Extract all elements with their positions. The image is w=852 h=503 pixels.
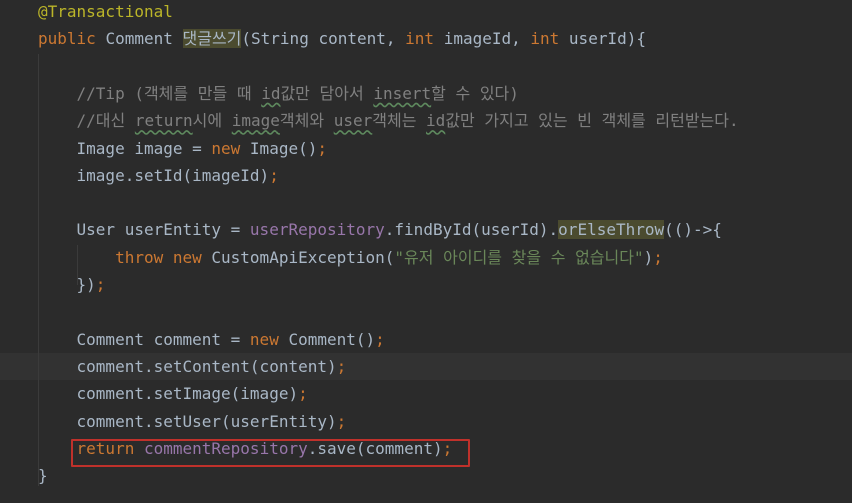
code-token: ) <box>643 247 654 267</box>
code-token: Image image = <box>38 138 212 158</box>
code-token: 값만 가지고 있는 빈 객체를 리턴받는다. <box>445 111 739 131</box>
code-token: image.setId(imageId) <box>38 165 270 185</box>
code-token: throw new <box>115 247 212 267</box>
code-token: int <box>405 29 444 49</box>
code-token: 댓글쓰기 <box>182 29 242 49</box>
code-token: }) <box>38 275 96 294</box>
code-text: comment.setImage(image); <box>38 380 308 407</box>
code-text: comment.setContent(content); <box>38 353 347 380</box>
code-line[interactable]: comment.setImage(image); <box>0 380 852 407</box>
highlight-box <box>71 439 470 467</box>
code-token: "유저 아이디를 찾을 수 없습니다" <box>394 247 644 267</box>
code-line[interactable] <box>0 53 852 80</box>
code-line[interactable]: throw new CustomApiException("유저 아이디를 찾을… <box>0 244 852 271</box>
code-token: Comment comment = <box>38 329 250 349</box>
code-line[interactable]: public Comment 댓글쓰기(String content, int … <box>0 25 852 52</box>
code-text: public Comment 댓글쓰기(String content, int … <box>38 25 646 52</box>
code-token: 시에 <box>192 111 232 131</box>
code-token: ; <box>95 275 106 294</box>
code-line[interactable] <box>0 189 852 216</box>
code-token: 할 수 있다) <box>431 83 519 103</box>
code-token: //Tip (객체를 만들 때 <box>38 83 262 103</box>
code-token: ; <box>336 411 347 431</box>
code-line[interactable]: //Tip (객체를 만들 때 id값만 담아서 insert할 수 있다) <box>0 80 852 107</box>
code-line[interactable]: User userEntity = userRepository.findByI… <box>0 216 852 243</box>
code-token: 값만 담아서 <box>280 83 374 103</box>
code-text: //대신 return시에 image객체와 user객체는 id값만 가지고 … <box>38 107 739 134</box>
code-token: ; <box>653 247 663 267</box>
code-token: int <box>530 29 569 49</box>
code-text: Comment comment = new Comment(); <box>38 326 385 353</box>
code-line[interactable]: image.setId(imageId); <box>0 162 852 189</box>
code-token: @Transactional <box>38 2 173 21</box>
code-token: userId){ <box>568 29 646 49</box>
code-text: @Transactional <box>38 0 173 25</box>
code-token: imageId, <box>443 29 531 49</box>
code-line[interactable]: Image image = new Image(); <box>0 135 852 162</box>
code-token: ; <box>375 329 385 349</box>
code-token: public <box>38 29 106 49</box>
code-token: } <box>38 466 48 486</box>
code-line[interactable]: //대신 return시에 image객체와 user객체는 id값만 가지고 … <box>0 107 852 134</box>
code-token: ; <box>317 138 327 158</box>
code-token: comment.setImage(image) <box>38 384 299 404</box>
code-token: image <box>231 111 280 131</box>
code-token: (()->{ <box>664 220 722 240</box>
code-text: image.setId(imageId); <box>38 162 279 189</box>
code-token: return <box>134 111 193 131</box>
code-token: Comment <box>105 29 183 49</box>
code-token: Comment() <box>288 329 376 349</box>
code-token: userRepository <box>249 220 385 240</box>
code-text: } <box>38 462 48 489</box>
code-line[interactable]: Comment comment = new Comment(); <box>0 326 852 353</box>
code-line[interactable]: }); <box>0 271 852 298</box>
code-token: ; <box>298 384 308 404</box>
code-token: id <box>426 111 446 131</box>
code-text: comment.setUser(userEntity); <box>38 408 347 435</box>
code-text: }); <box>38 271 106 298</box>
code-token: 객체와 <box>279 111 334 131</box>
code-token: new <box>249 329 289 349</box>
code-token: .findById(userId). <box>384 220 559 240</box>
code-token: CustomApiException( <box>211 247 395 267</box>
code-token: comment.setContent(content) <box>38 356 337 376</box>
code-line[interactable] <box>0 298 852 325</box>
code-text: //Tip (객체를 만들 때 id값만 담아서 insert할 수 있다) <box>38 80 519 107</box>
code-text: throw new CustomApiException("유저 아이디를 찾을… <box>38 244 663 271</box>
code-line[interactable]: @Transactional <box>0 0 852 25</box>
code-token: orElseThrow <box>558 220 665 240</box>
code-token: Image() <box>249 138 318 158</box>
code-text: Image image = new Image(); <box>38 135 327 162</box>
code-line[interactable]: comment.setContent(content); <box>0 352 852 380</box>
code-token: ; <box>336 356 347 376</box>
code-token: id <box>261 83 281 103</box>
code-token: (String content, <box>241 29 406 49</box>
indent-guide <box>38 54 39 486</box>
code-token: insert <box>373 83 432 103</box>
code-token: 객체는 <box>372 111 427 131</box>
code-token: new <box>211 138 250 158</box>
code-token: User userEntity = <box>38 220 250 240</box>
code-editor[interactable]: @Transactional public Comment 댓글쓰기(String… <box>0 0 852 503</box>
code-token: user <box>333 111 373 131</box>
code-token: ; <box>269 165 279 185</box>
code-text: User userEntity = userRepository.findByI… <box>38 216 722 243</box>
code-token: comment.setUser(userEntity) <box>38 411 337 431</box>
code-token: //대신 <box>38 111 135 131</box>
code-line[interactable]: comment.setUser(userEntity); <box>0 408 852 435</box>
indent-guide <box>77 245 78 285</box>
